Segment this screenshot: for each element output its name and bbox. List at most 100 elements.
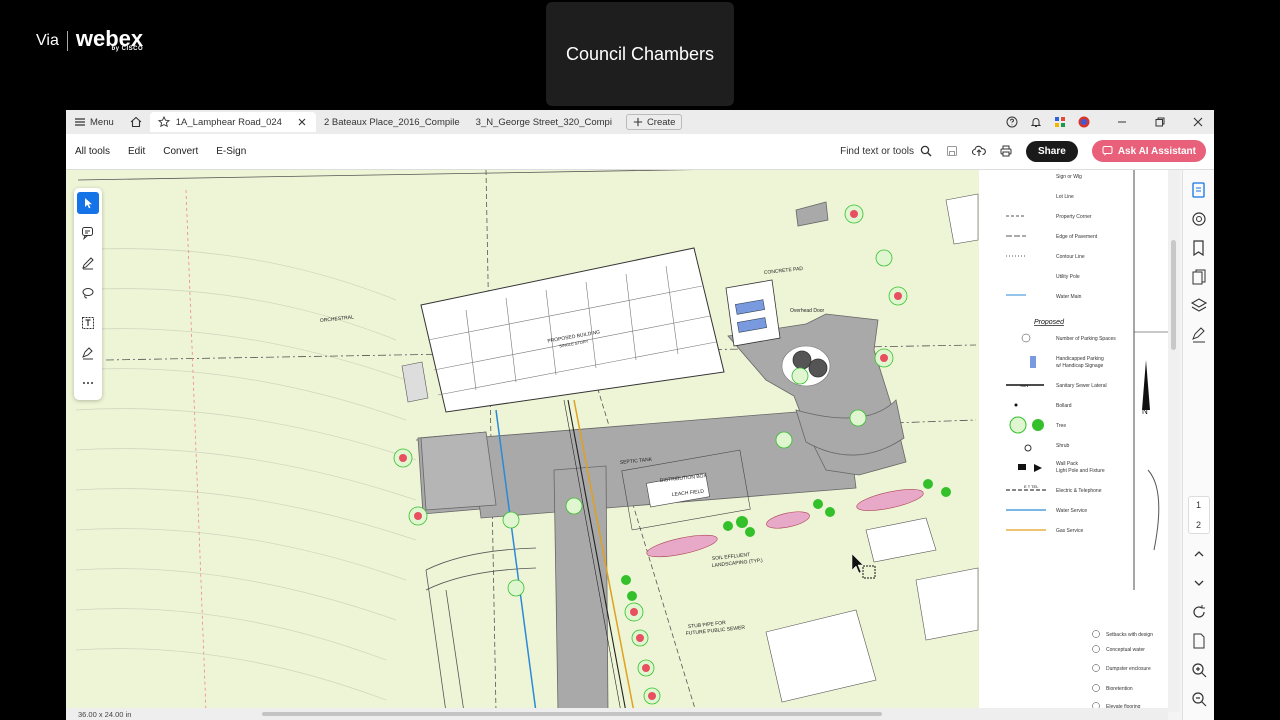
comment-tool-icon	[82, 227, 93, 240]
share-label: Share	[1038, 145, 1066, 157]
upload-icon[interactable]	[972, 145, 986, 157]
zoom-in-icon[interactable]	[1190, 661, 1208, 679]
legend-item: Gas Service	[1056, 528, 1083, 534]
menu-button[interactable]: Menu	[66, 110, 122, 134]
layers-icon[interactable]	[1190, 297, 1208, 315]
home-button[interactable]	[122, 110, 150, 134]
tab-label: 1A_Lamphear Road_024	[175, 116, 282, 128]
logo-divider	[66, 31, 68, 51]
create-button[interactable]: Create	[625, 114, 683, 130]
note-item: Bioretention	[1106, 686, 1133, 692]
legend-item: Water Main	[1056, 294, 1082, 300]
legend-item: Light Pole and Fixture	[1056, 468, 1105, 474]
legend-background	[979, 170, 1168, 712]
webex-brand: webex by CISCO	[76, 28, 144, 53]
legend-item: Handicapped Parking	[1056, 356, 1104, 362]
toolbar-right: Find text or tools Share Ask AI Assistan…	[840, 140, 1206, 162]
current-page[interactable]: 1	[1196, 500, 1201, 510]
legend-item: Tree	[1056, 423, 1066, 429]
document-canvas[interactable]: PROPOSED BUILDING SINGLE STORY ORCHESTRA…	[66, 170, 1168, 712]
chevron-up-icon[interactable]	[1190, 545, 1208, 563]
pages-icon[interactable]	[1190, 268, 1208, 286]
all-tools-menu[interactable]: All tools	[66, 146, 119, 157]
legend-item: Bollard	[1056, 403, 1072, 409]
save-icon[interactable]	[946, 145, 958, 157]
legend-item: Lot Line	[1056, 194, 1074, 200]
legend-item: Sign or Wlg	[1056, 174, 1082, 180]
apps-icon[interactable]	[1054, 116, 1066, 128]
create-label: Create	[646, 116, 676, 128]
stamp-tool[interactable]	[77, 342, 99, 364]
vertical-scrollbar[interactable]	[1168, 170, 1180, 712]
note-item: Dumpster enclosure	[1106, 666, 1151, 672]
scrollbar-thumb[interactable]	[1171, 240, 1176, 350]
legend-item: Property Corner	[1056, 214, 1092, 220]
tab-label: 3_N_George Street_320_Compi	[475, 116, 612, 128]
pen-tool-icon	[82, 257, 94, 270]
legend-item: Utility Pole	[1056, 274, 1080, 280]
lasso-tool[interactable]	[77, 282, 99, 304]
search-icon	[920, 145, 932, 157]
legend-item: Wall Pack	[1056, 461, 1079, 467]
edit-panel-icon[interactable]	[1190, 181, 1208, 199]
document-icon[interactable]	[1190, 632, 1208, 650]
tab-label: 2 Bateaux Place_2016_Compile	[323, 116, 460, 128]
pen-tool[interactable]	[77, 252, 99, 274]
menu-label: Menu	[90, 116, 114, 128]
restore-icon[interactable]	[1154, 116, 1166, 128]
ai-label: Ask AI Assistant	[1117, 145, 1196, 157]
legend-item: Edge of Pavement	[1056, 234, 1098, 240]
legend-symbol: SAN	[1020, 383, 1028, 388]
avatar-icon[interactable]	[1078, 116, 1090, 128]
webex-logo: Via webex by CISCO	[36, 28, 144, 53]
window-close-icon[interactable]	[1192, 116, 1204, 128]
ai-icon	[1102, 146, 1113, 156]
help-icon[interactable]	[1006, 116, 1018, 128]
star-icon	[157, 116, 170, 128]
page-navigator: 1 2	[1187, 496, 1210, 534]
total-pages: 2	[1195, 520, 1201, 530]
tab-document-3[interactable]: 3_N_George Street_320_Compi	[468, 112, 620, 132]
close-icon[interactable]	[296, 116, 308, 128]
bell-icon[interactable]	[1030, 116, 1042, 128]
find-tools-search[interactable]: Find text or tools	[840, 145, 932, 157]
select-tool[interactable]	[77, 192, 99, 214]
note-item: Setbacks with design	[1106, 632, 1153, 638]
zoom-out-icon[interactable]	[1190, 690, 1208, 708]
quick-tools-panel	[74, 188, 102, 400]
sign-icon[interactable]	[1190, 326, 1208, 344]
room-name: Council Chambers	[565, 43, 715, 64]
comment-tool[interactable]	[77, 222, 99, 244]
legend-item: Water Service	[1056, 508, 1087, 514]
more-tools[interactable]	[77, 372, 99, 394]
page-dimensions: 36.00 x 24.00 in	[78, 709, 132, 719]
ask-ai-assistant-button[interactable]: Ask AI Assistant	[1091, 140, 1206, 162]
stamp-tool-icon	[82, 347, 93, 360]
refresh-icon[interactable]	[1190, 603, 1208, 621]
horizontal-scrollbar[interactable]	[262, 712, 882, 716]
legend-item: Sanitary Sewer Lateral	[1056, 383, 1107, 389]
print-icon[interactable]	[1000, 145, 1012, 157]
comment-panel-icon[interactable]	[1190, 210, 1208, 228]
note-item: Conceptual water	[1106, 647, 1145, 653]
webex-brand-sub: by CISCO	[111, 46, 144, 52]
edit-menu[interactable]: Edit	[119, 146, 154, 157]
select-tool-icon	[85, 198, 92, 209]
callout-overhead-door: Overhead Door	[790, 308, 825, 314]
share-button[interactable]: Share	[1026, 140, 1078, 162]
main-toolbar: All tools Edit Convert E-Sign Find text …	[66, 134, 1214, 170]
esign-menu[interactable]: E-Sign	[207, 146, 255, 157]
minimize-icon[interactable]	[1116, 116, 1128, 128]
text-tool[interactable]	[77, 312, 99, 334]
room-name-tag: Council Chambers	[546, 2, 734, 106]
north-arrow-label: N	[1142, 407, 1148, 416]
convert-menu[interactable]: Convert	[154, 146, 207, 157]
tab-document-2[interactable]: 2 Bateaux Place_2016_Compile	[316, 112, 468, 132]
right-panel-rail: 1 2	[1182, 170, 1214, 720]
legend-item: Contour Line	[1056, 254, 1085, 260]
chevron-down-icon[interactable]	[1190, 574, 1208, 592]
tab-document-1[interactable]: 1A_Lamphear Road_024	[149, 112, 316, 132]
legend-item: Number of Parking Spaces	[1056, 336, 1116, 342]
status-bar: 36.00 x 24.00 in	[66, 708, 1168, 720]
bookmark-icon[interactable]	[1190, 239, 1208, 257]
